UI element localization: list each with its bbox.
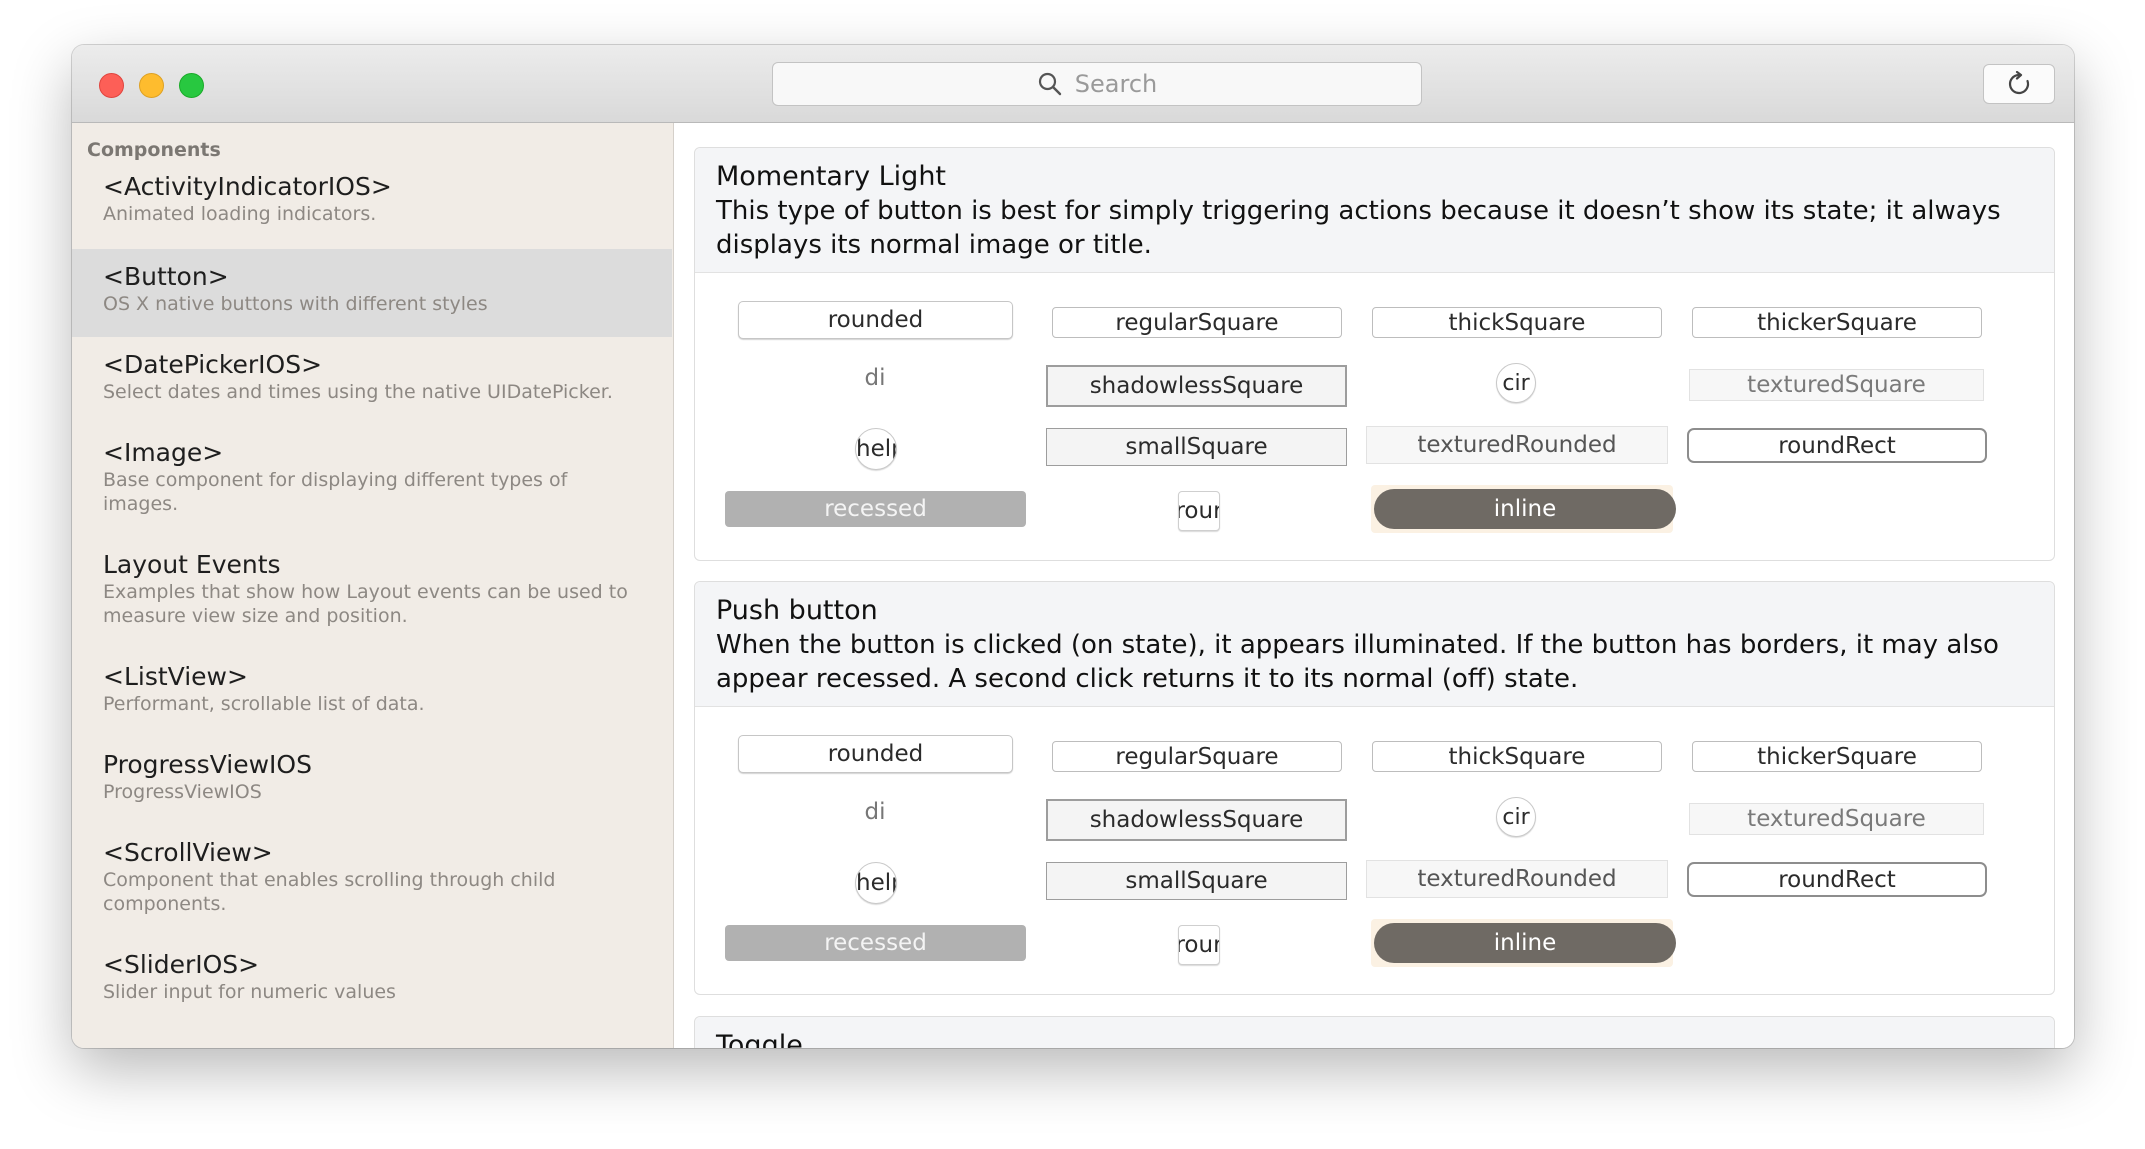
thicker-square-button[interactable]: thickerSquare bbox=[1692, 741, 1982, 772]
sidebar-item-scrollview[interactable]: <ScrollView> Component that enables scro… bbox=[72, 837, 672, 916]
panel-push-button: Push button When the button is clicked (… bbox=[694, 581, 2055, 995]
reload-button[interactable] bbox=[1983, 64, 2055, 104]
sidebar-item-progressview[interactable]: ProgressViewIOS ProgressViewIOS bbox=[72, 749, 672, 804]
close-window-button[interactable] bbox=[99, 73, 124, 98]
minimize-window-button[interactable] bbox=[139, 73, 164, 98]
sidebar-item-desc: Component that enables scrolling through… bbox=[103, 869, 556, 915]
circular-button[interactable]: cir bbox=[1496, 363, 1536, 403]
rounded-button[interactable]: rounded bbox=[738, 735, 1013, 773]
round-rect-button[interactable]: roundRect bbox=[1687, 428, 1987, 463]
sidebar-item-datepicker[interactable]: <DatePickerIOS> Select dates and times u… bbox=[72, 349, 672, 404]
thick-square-button[interactable]: thickSquare bbox=[1372, 307, 1662, 338]
sidebar-item-name: <ListView> bbox=[103, 662, 248, 691]
inline-button[interactable]: inline bbox=[1374, 923, 1676, 963]
sidebar: Components <ActivityIndicatorIOS> Animat… bbox=[72, 123, 674, 1048]
sidebar-item-desc: Animated loading indicators. bbox=[103, 203, 377, 225]
panel-title: Momentary Light bbox=[716, 161, 947, 192]
button-grid: rounded regularSquare thickSquare thicke… bbox=[695, 273, 2054, 560]
regular-square-button[interactable]: regularSquare bbox=[1052, 307, 1342, 338]
inline-button[interactable]: inline bbox=[1374, 489, 1676, 529]
sidebar-item-name: <Image> bbox=[103, 438, 224, 467]
sidebar-item-layout-events[interactable]: Layout Events Examples that show how Lay… bbox=[72, 549, 672, 628]
textured-square-button[interactable]: texturedSquare bbox=[1689, 803, 1984, 835]
circular-button[interactable]: cir bbox=[1496, 797, 1536, 837]
panel-title: Toggle bbox=[716, 1030, 803, 1048]
regular-square-button[interactable]: regularSquare bbox=[1052, 741, 1342, 772]
sidebar-item-activityindicator[interactable]: <ActivityIndicatorIOS> Animated loading … bbox=[72, 171, 672, 257]
panel-header: Toggle bbox=[695, 1017, 2054, 1048]
round-rect-button[interactable]: roundRect bbox=[1687, 862, 1987, 897]
title-bar: Search bbox=[72, 45, 2074, 123]
panel-header: Momentary Light This type of button is b… bbox=[695, 148, 2054, 273]
button-grid: rounded regularSquare thickSquare thicke… bbox=[695, 707, 2054, 994]
sidebar-item-name: <SliderIOS> bbox=[103, 950, 260, 979]
thicker-square-button[interactable]: thickerSquare bbox=[1692, 307, 1982, 338]
sidebar-item-desc: Examples that show how Layout events can… bbox=[103, 581, 628, 627]
sidebar-item-name: ProgressViewIOS bbox=[103, 750, 312, 779]
sidebar-item-name: Layout Events bbox=[103, 550, 281, 579]
recessed-button[interactable]: recessed bbox=[725, 925, 1026, 961]
rounded-disclosure-button[interactable]: rour bbox=[1178, 491, 1220, 531]
textured-square-button[interactable]: texturedSquare bbox=[1689, 369, 1984, 401]
sidebar-title: Components bbox=[87, 139, 221, 161]
textured-rounded-button[interactable]: texturedRounded bbox=[1366, 426, 1668, 464]
sidebar-item-name: <DatePickerIOS> bbox=[103, 350, 323, 379]
app-window: Search Components <ActivityIndicatorIOS>… bbox=[72, 45, 2074, 1048]
main-content: Momentary Light This type of button is b… bbox=[674, 123, 2074, 1048]
rounded-disclosure-button[interactable]: rour bbox=[1178, 925, 1220, 965]
small-square-button[interactable]: smallSquare bbox=[1046, 862, 1347, 900]
sidebar-item-desc: Base component for displaying different … bbox=[103, 469, 568, 515]
shadowless-square-button[interactable]: shadowlessSquare bbox=[1046, 799, 1347, 841]
textured-rounded-button[interactable]: texturedRounded bbox=[1366, 860, 1668, 898]
sidebar-item-image[interactable]: <Image> Base component for displaying di… bbox=[72, 437, 672, 516]
thick-square-button[interactable]: thickSquare bbox=[1372, 741, 1662, 772]
search-icon bbox=[1038, 72, 1061, 96]
sidebar-item-listview[interactable]: <ListView> Performant, scrollable list o… bbox=[72, 661, 672, 716]
sidebar-item-slider[interactable]: <SliderIOS> Slider input for numeric val… bbox=[72, 949, 672, 1004]
search-input[interactable]: Search bbox=[772, 62, 1422, 106]
panel-toggle: Toggle bbox=[694, 1016, 2055, 1048]
help-button[interactable]: help bbox=[855, 862, 897, 904]
rounded-button[interactable]: rounded bbox=[738, 301, 1013, 339]
sidebar-item-desc: Performant, scrollable list of data. bbox=[103, 693, 425, 715]
sidebar-item-desc: Slider input for numeric values bbox=[103, 981, 396, 1003]
panel-title: Push button bbox=[716, 595, 878, 626]
panel-momentary-light: Momentary Light This type of button is b… bbox=[694, 147, 2055, 561]
small-square-button[interactable]: smallSquare bbox=[1046, 428, 1347, 466]
panel-header: Push button When the button is clicked (… bbox=[695, 582, 2054, 707]
sidebar-item-desc: Select dates and times using the native … bbox=[103, 381, 613, 403]
sidebar-item-desc: ProgressViewIOS bbox=[103, 781, 262, 803]
shadowless-square-button[interactable]: shadowlessSquare bbox=[1046, 365, 1347, 407]
disclosure-button[interactable]: di bbox=[855, 795, 895, 829]
disclosure-button[interactable]: di bbox=[855, 361, 895, 395]
search-placeholder: Search bbox=[1074, 70, 1158, 98]
sidebar-item-name: <ScrollView> bbox=[103, 838, 273, 867]
sidebar-item-name: <ActivityIndicatorIOS> bbox=[103, 172, 392, 201]
help-button[interactable]: help bbox=[855, 428, 897, 470]
zoom-window-button[interactable] bbox=[179, 73, 204, 98]
recessed-button[interactable]: recessed bbox=[725, 491, 1026, 527]
sidebar-item-name: <Button> bbox=[103, 262, 229, 291]
sidebar-item-button[interactable]: <Button> OS X native buttons with differ… bbox=[72, 249, 672, 337]
panel-description: When the button is clicked (on state), i… bbox=[716, 630, 1999, 694]
panel-description: This type of button is best for simply t… bbox=[716, 196, 2001, 260]
sidebar-item-desc: OS X native buttons with different style… bbox=[103, 293, 488, 315]
refresh-icon bbox=[2008, 71, 2030, 95]
